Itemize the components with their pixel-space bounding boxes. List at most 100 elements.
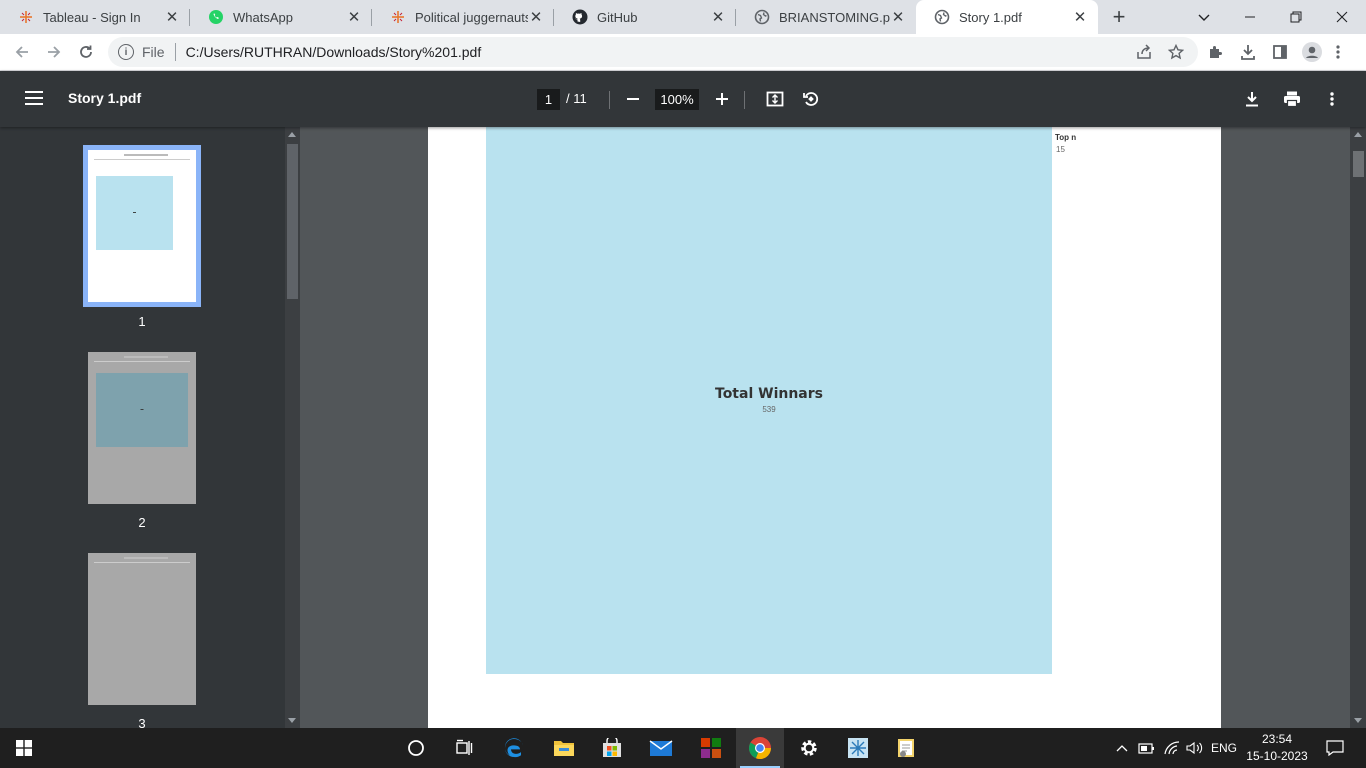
viz-value: 539: [762, 405, 776, 414]
tableau-viz: Total Winnars 539: [486, 127, 1052, 674]
browser-toolbar: i File C:/Users/RUTHRAN/Downloads/Story%…: [0, 34, 1366, 71]
side-panel-button[interactable]: [1266, 38, 1294, 66]
avatar-icon: [1302, 42, 1322, 62]
snipping-tool-taskbar-icon[interactable]: [834, 728, 882, 768]
network-button[interactable]: [1162, 728, 1182, 768]
url-text[interactable]: C:/Users/RUTHRAN/Downloads/Story%201.pdf: [186, 44, 482, 60]
downloads-button[interactable]: [1234, 38, 1262, 66]
close-icon[interactable]: ✕: [1072, 9, 1088, 26]
fit-page-button[interactable]: [763, 87, 787, 111]
thumbnail-header: [94, 356, 190, 371]
close-icon[interactable]: ✕: [890, 9, 906, 26]
mail-taskbar-icon[interactable]: [637, 728, 685, 768]
battery-plug-icon: [1138, 743, 1154, 754]
tab-title: GitHub: [597, 9, 638, 25]
restore-button[interactable]: [1273, 0, 1319, 34]
notifications-button[interactable]: [1320, 728, 1350, 768]
zoom-input[interactable]: 100%: [655, 89, 699, 110]
start-button[interactable]: [0, 728, 48, 768]
tab-github[interactable]: GitHub ✕: [554, 0, 736, 34]
scrollbar-thumb[interactable]: [287, 144, 298, 299]
clock-date: 15-10-2023: [1246, 749, 1308, 763]
extensions-button[interactable]: [1202, 38, 1230, 66]
back-button[interactable]: [8, 38, 36, 66]
search-button[interactable]: [392, 728, 440, 768]
chrome-taskbar-icon[interactable]: [736, 728, 784, 768]
print-icon: [1284, 91, 1300, 107]
store-taskbar-icon[interactable]: [588, 728, 636, 768]
forward-button[interactable]: [40, 38, 68, 66]
thumbnail-viz: ▬: [96, 176, 173, 250]
settings-taskbar-icon[interactable]: [785, 728, 833, 768]
profile-button[interactable]: [1298, 38, 1326, 66]
thumbnail-page-3[interactable]: [88, 553, 196, 705]
close-icon[interactable]: ✕: [710, 9, 726, 26]
more-options-button[interactable]: [1320, 87, 1344, 111]
tab-title: Story 1.pdf: [959, 9, 1022, 25]
gear-icon: [801, 740, 817, 756]
address-bar[interactable]: i File C:/Users/RUTHRAN/Downloads/Story%…: [108, 37, 1198, 67]
thumbnail-label: 2: [138, 515, 146, 530]
thumbnail-page-1[interactable]: ▬: [83, 145, 201, 307]
tab-tableau-sign-in[interactable]: Tableau - Sign In ✕: [0, 0, 190, 34]
tab-whatsapp[interactable]: WhatsApp ✕: [190, 0, 372, 34]
print-button[interactable]: [1280, 87, 1304, 111]
scrollbar-thumb[interactable]: [1353, 151, 1364, 177]
browser-menu-button[interactable]: [1324, 38, 1352, 66]
close-icon[interactable]: ✕: [346, 9, 362, 26]
download-button[interactable]: [1240, 87, 1264, 111]
folder-icon: [554, 741, 574, 756]
minimize-button[interactable]: [1227, 0, 1273, 34]
close-icon[interactable]: ✕: [164, 9, 180, 26]
rotate-button[interactable]: [799, 87, 823, 111]
side-panel-icon: [1273, 45, 1287, 59]
scroll-down-arrow[interactable]: [288, 718, 296, 723]
arrow-left-icon: [15, 46, 28, 58]
tab-political-juggernauts[interactable]: Political juggernauts | ✕: [372, 0, 554, 34]
scroll-down-arrow[interactable]: [1354, 718, 1362, 723]
pdf-document-area[interactable]: Total Winnars 539 Top n 15: [300, 127, 1350, 728]
sidebar-scrollbar[interactable]: [285, 127, 300, 728]
tab-search-button[interactable]: [1181, 0, 1227, 34]
tab-story-1-pdf[interactable]: Story 1.pdf ✕: [916, 0, 1098, 34]
page-number-input[interactable]: 1: [537, 89, 560, 110]
language-indicator[interactable]: ENG: [1208, 728, 1240, 768]
scroll-up-arrow[interactable]: [1354, 132, 1362, 137]
zoom-out-button[interactable]: [621, 87, 645, 111]
tab-title: WhatsApp: [233, 9, 293, 25]
task-view-button[interactable]: [440, 728, 488, 768]
info-icon[interactable]: i: [118, 44, 134, 60]
scroll-up-arrow[interactable]: [288, 132, 296, 137]
chevron-up-icon: [1116, 745, 1128, 752]
office-apps-icon: [701, 738, 721, 758]
close-icon[interactable]: ✕: [528, 9, 544, 26]
volume-button[interactable]: [1185, 728, 1205, 768]
fit-page-icon: [766, 91, 784, 107]
minimize-icon: [1245, 16, 1255, 18]
zoom-in-button[interactable]: [710, 87, 734, 111]
office-taskbar-icon[interactable]: [687, 728, 735, 768]
thumbnail-page-2[interactable]: ▬: [88, 352, 196, 504]
file-manager-taskbar-icon[interactable]: [882, 728, 930, 768]
edge-icon: [504, 738, 523, 758]
tab-title: Tableau - Sign In: [43, 9, 141, 25]
share-button[interactable]: [1130, 38, 1158, 66]
new-tab-button[interactable]: +: [1107, 4, 1131, 29]
hamburger-menu-icon[interactable]: [22, 87, 46, 111]
bookmark-button[interactable]: [1162, 38, 1190, 66]
pdf-title: Story 1.pdf: [68, 90, 142, 106]
document-scrollbar[interactable]: [1350, 127, 1366, 728]
close-window-button[interactable]: [1319, 0, 1365, 34]
cortana-circle-icon: [408, 740, 424, 756]
tab-title: BRIANSTOMING.pdf: [779, 9, 890, 25]
edge-taskbar-icon[interactable]: [490, 728, 538, 768]
show-hidden-icons-button[interactable]: [1113, 728, 1131, 768]
file-explorer-taskbar-icon[interactable]: [540, 728, 588, 768]
tab-title: Political juggernauts |: [415, 9, 528, 25]
clock[interactable]: 23:54 15-10-2023: [1240, 731, 1314, 765]
tab-brianstoming-pdf[interactable]: BRIANSTOMING.pdf ✕: [736, 0, 916, 34]
parameter-label: Top n: [1055, 133, 1077, 142]
battery-button[interactable]: [1137, 728, 1157, 768]
download-icon: [1246, 92, 1258, 107]
reload-button[interactable]: [72, 38, 100, 66]
